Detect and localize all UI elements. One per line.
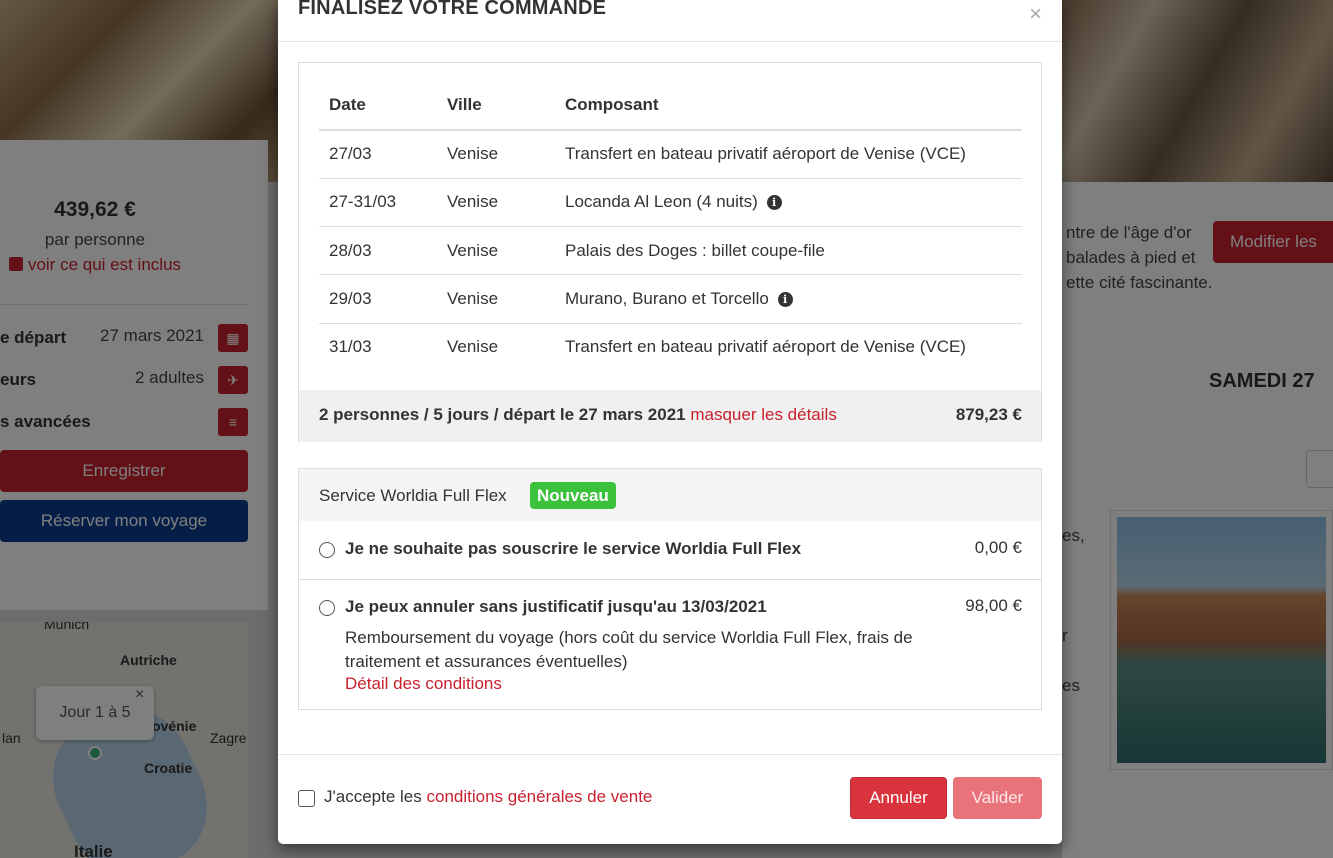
modal-title: FINALISEZ VOTRE COMMANDE <box>298 0 607 19</box>
row-city: Venise <box>447 241 499 260</box>
full-flex-title: Service Worldia Full Flex <box>319 486 507 505</box>
summary-text-line: 2 personnes / 5 jours / départ le 27 mar… <box>319 405 837 425</box>
close-icon[interactable]: × <box>1029 1 1042 27</box>
row-component: Murano, Burano et Torcello <box>565 289 769 308</box>
row-date: 27-31/03 <box>329 192 397 211</box>
row-date: 29/03 <box>329 289 372 308</box>
row-component: Palais des Doges : billet coupe-file <box>565 241 825 260</box>
option-price: 0,00 € <box>974 538 1022 557</box>
cancel-button[interactable]: Annuler <box>850 777 947 819</box>
row-component: Locanda Al Leon (4 nuits) <box>565 192 758 211</box>
table-row: 27/03 Venise Transfert en bateau privati… <box>319 130 1022 178</box>
info-icon[interactable]: i <box>777 292 793 307</box>
column-header-component: Composant <box>565 95 659 114</box>
table-row: 31/03 Venise Transfert en bateau privati… <box>319 323 1022 371</box>
new-badge: Nouveau <box>530 482 616 509</box>
conditions-detail-link[interactable]: Détail des conditions <box>345 674 502 694</box>
table-row: 27-31/03 Venise Locanda Al Leon (4 nuits… <box>319 178 1022 226</box>
table-row: 28/03 Venise Palais des Doges : billet c… <box>319 227 1022 275</box>
hide-details-link[interactable]: masquer les détails <box>690 405 836 424</box>
table-row: 29/03 Venise Murano, Burano et Torcello … <box>319 275 1022 323</box>
option-price: 98,00 € <box>965 596 1022 615</box>
radio-cancel[interactable] <box>319 600 335 616</box>
flex-option-cancel[interactable]: Je peux annuler sans justificatif jusqu'… <box>299 580 1041 710</box>
full-flex-box: Service Worldia Full Flex Nouveau Je ne … <box>298 468 1042 710</box>
info-icon[interactable]: i <box>766 195 782 210</box>
column-header-date: Date <box>329 95 366 114</box>
modal-footer: J'accepte les conditions générales de ve… <box>278 754 1062 844</box>
row-component: Transfert en bateau privatif aéroport de… <box>565 144 966 163</box>
radio-decline[interactable] <box>319 542 335 558</box>
row-city: Venise <box>447 144 499 163</box>
column-header-city: Ville <box>447 95 482 114</box>
terms-link[interactable]: conditions générales de vente <box>426 787 652 806</box>
row-city: Venise <box>447 337 499 356</box>
row-city: Venise <box>447 289 499 308</box>
order-details-box: Date Ville Composant 27/03 Venise Transf… <box>298 62 1042 442</box>
full-flex-header: Service Worldia Full Flex Nouveau <box>299 469 1041 521</box>
row-date: 28/03 <box>329 241 372 260</box>
option-label[interactable]: Je ne souhaite pas souscrire le service … <box>345 539 801 559</box>
row-date: 27/03 <box>329 144 372 163</box>
validate-button[interactable]: Valider <box>953 777 1042 819</box>
accept-terms-label: J'accepte les conditions générales de ve… <box>324 787 652 807</box>
row-component-cell: Locanda Al Leon (4 nuits) i <box>565 178 782 226</box>
modal-header: FINALISEZ VOTRE COMMANDE × <box>278 0 1062 42</box>
order-summary: 2 personnes / 5 jours / départ le 27 mar… <box>299 390 1041 442</box>
option-description: Remboursement du voyage (hors coût du se… <box>345 628 913 671</box>
order-modal: FINALISEZ VOTRE COMMANDE × Date Ville Co… <box>278 0 1062 844</box>
row-component-cell: Murano, Burano et Torcello i <box>565 275 793 323</box>
summary-text: 2 personnes / 5 jours / départ le 27 mar… <box>319 405 686 424</box>
flex-option-decline[interactable]: Je ne souhaite pas souscrire le service … <box>299 521 1041 580</box>
accept-terms-checkbox[interactable] <box>298 790 315 807</box>
accept-text: J'accepte les <box>324 787 422 806</box>
option-label[interactable]: Je peux annuler sans justificatif jusqu'… <box>345 597 767 617</box>
row-component: Transfert en bateau privatif aéroport de… <box>565 337 966 356</box>
row-date: 31/03 <box>329 337 372 356</box>
order-total: 879,23 € <box>955 405 1022 424</box>
row-city: Venise <box>447 192 499 211</box>
